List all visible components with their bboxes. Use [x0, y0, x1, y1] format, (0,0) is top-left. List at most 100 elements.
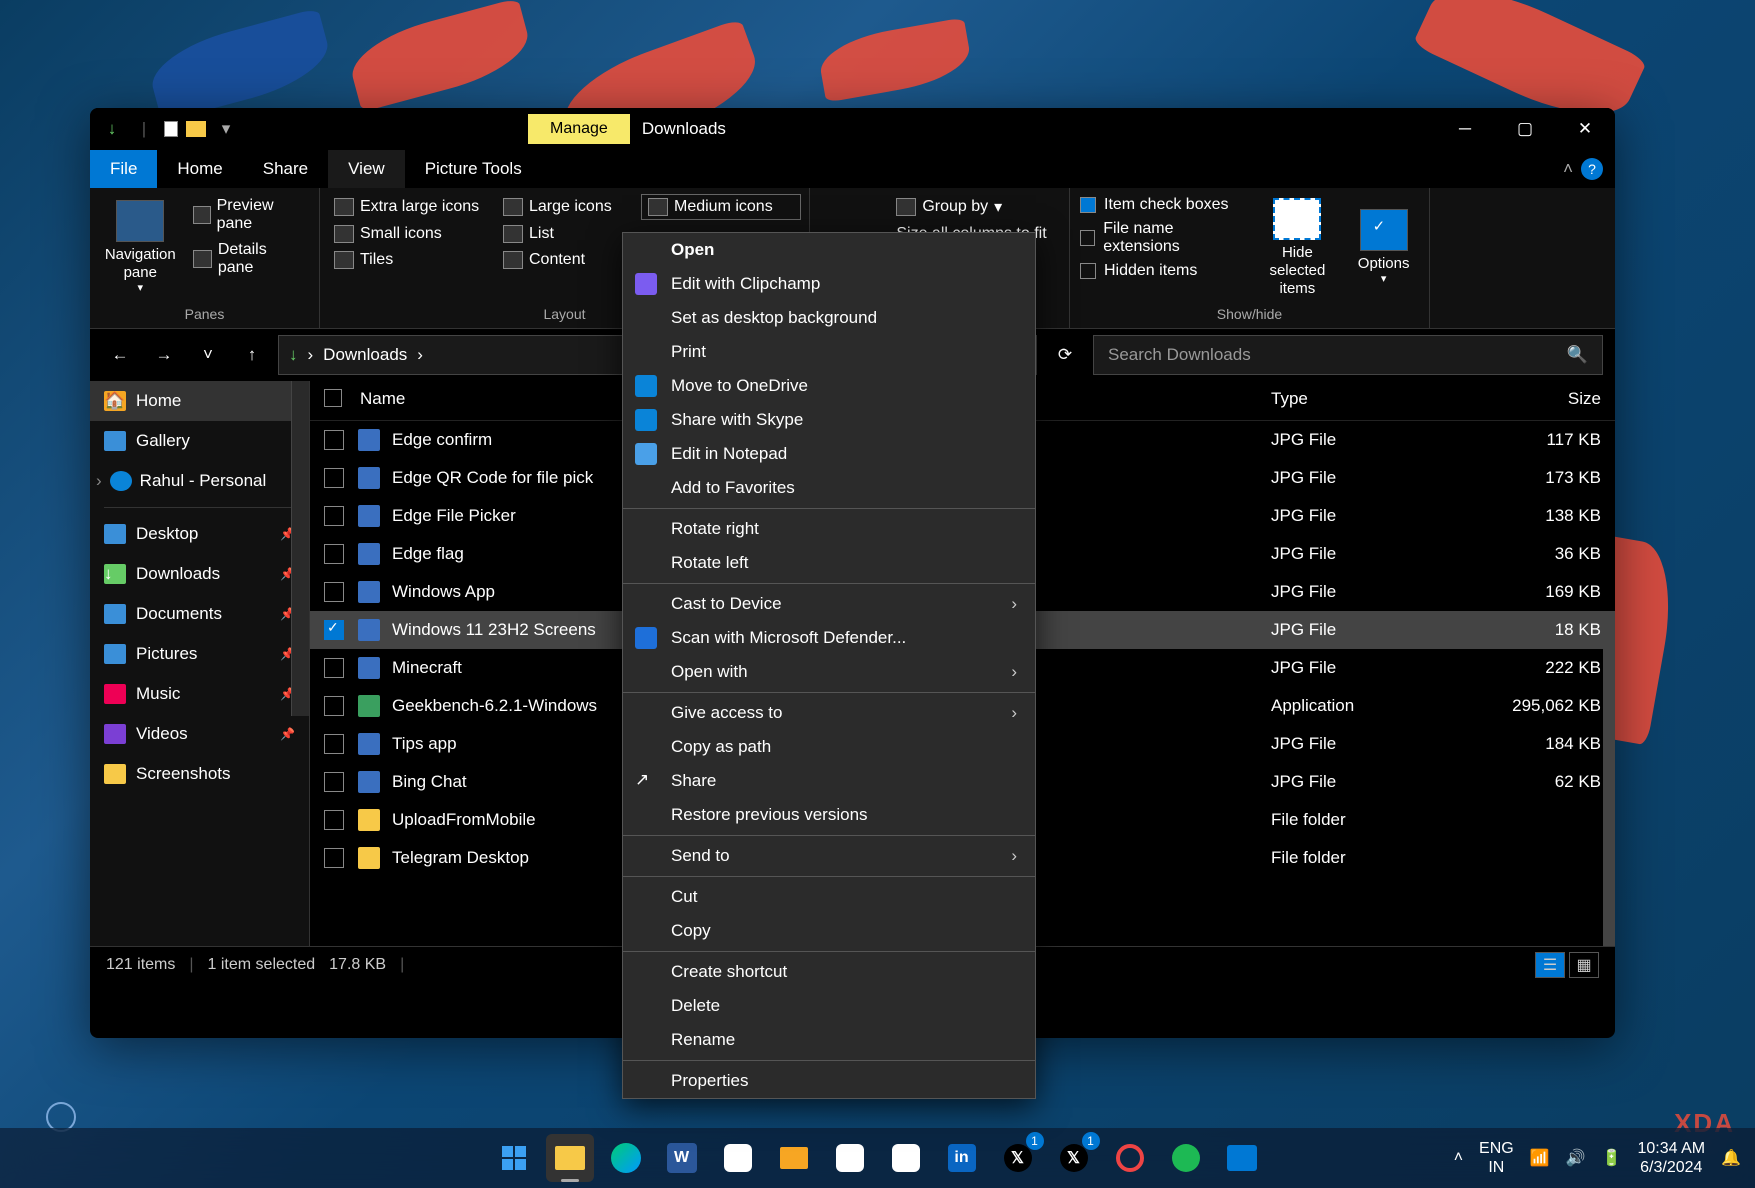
volume-icon[interactable]: 🔊: [1566, 1148, 1586, 1168]
chk-file-ext[interactable]: File name extensions: [1080, 218, 1247, 258]
sidebar-onedrive[interactable]: ›Rahul - Personal: [90, 461, 309, 501]
menu-item[interactable]: Cut: [623, 880, 1035, 914]
layout-xl[interactable]: Extra large icons: [328, 194, 493, 220]
sidebar-item-desktop[interactable]: Desktop📌: [90, 514, 309, 554]
menu-item[interactable]: Edit with Clipchamp: [623, 267, 1035, 301]
chk-item-checkboxes[interactable]: Item check boxes: [1080, 194, 1247, 216]
hide-selected-button[interactable]: Hide selected items: [1253, 194, 1343, 302]
minimize-button[interactable]: ─: [1435, 108, 1495, 150]
row-checkbox[interactable]: [324, 848, 344, 868]
sidebar-item-screenshots[interactable]: Screenshots: [90, 754, 309, 794]
select-all-checkbox[interactable]: [324, 389, 342, 407]
row-checkbox[interactable]: [324, 658, 344, 678]
layout-tiles[interactable]: Tiles: [328, 248, 493, 272]
sidebar-gallery[interactable]: Gallery: [90, 421, 309, 461]
menu-item[interactable]: Rotate right: [623, 512, 1035, 546]
search-icon[interactable]: 🔍: [1567, 345, 1588, 365]
menu-item[interactable]: Move to OneDrive: [623, 369, 1035, 403]
app-slack[interactable]: [714, 1134, 762, 1182]
back-button[interactable]: ←: [102, 337, 138, 373]
menu-item[interactable]: Properties: [623, 1064, 1035, 1098]
details-pane-button[interactable]: Details pane: [187, 238, 309, 280]
app-file-explorer[interactable]: [546, 1134, 594, 1182]
group-by-button[interactable]: Group by ▾: [890, 194, 1052, 220]
sidebar-item-music[interactable]: Music📌: [90, 674, 309, 714]
menu-item[interactable]: Copy: [623, 914, 1035, 948]
details-view-toggle[interactable]: ☰: [1535, 952, 1565, 978]
download-arrow-icon[interactable]: ↓: [100, 117, 124, 141]
sidebar-scrollbar[interactable]: [291, 381, 309, 716]
tab-share[interactable]: Share: [243, 150, 328, 188]
row-checkbox[interactable]: [324, 810, 344, 830]
layout-medium[interactable]: Medium icons: [641, 194, 801, 220]
chk-hidden-items[interactable]: Hidden items: [1080, 260, 1247, 282]
options-button[interactable]: ✓Options▾: [1348, 194, 1419, 302]
app-word[interactable]: W: [658, 1134, 706, 1182]
row-checkbox[interactable]: [324, 772, 344, 792]
row-checkbox[interactable]: [324, 506, 344, 526]
language-indicator[interactable]: ENGIN: [1479, 1139, 1514, 1177]
menu-item[interactable]: Share with Skype: [623, 403, 1035, 437]
menu-item[interactable]: Edit in Notepad: [623, 437, 1035, 471]
sidebar-item-documents[interactable]: Documents📌: [90, 594, 309, 634]
menu-item[interactable]: Rename: [623, 1023, 1035, 1057]
menu-item[interactable]: Send to›: [623, 839, 1035, 873]
menu-item[interactable]: ↗Share: [623, 764, 1035, 798]
layout-large[interactable]: Large icons: [497, 194, 637, 220]
app-outlook[interactable]: [1218, 1134, 1266, 1182]
wifi-icon[interactable]: 📶: [1530, 1148, 1550, 1168]
menu-item[interactable]: Scan with Microsoft Defender...: [623, 621, 1035, 655]
refresh-button[interactable]: ⟳: [1045, 335, 1085, 375]
menu-item[interactable]: Restore previous versions: [623, 798, 1035, 832]
menu-item[interactable]: Open: [623, 233, 1035, 267]
menu-item[interactable]: Create shortcut: [623, 955, 1035, 989]
menu-item[interactable]: Open with›: [623, 655, 1035, 689]
row-checkbox[interactable]: [324, 430, 344, 450]
app-spotify[interactable]: [1162, 1134, 1210, 1182]
menu-item[interactable]: Add to Favorites: [623, 471, 1035, 505]
app-x-1[interactable]: 𝕏1: [994, 1134, 1042, 1182]
new-folder-icon[interactable]: [186, 121, 206, 137]
menu-item[interactable]: Cast to Device›: [623, 587, 1035, 621]
manage-tab[interactable]: Manage: [528, 114, 630, 144]
menu-item[interactable]: Print: [623, 335, 1035, 369]
thumbnails-view-toggle[interactable]: ▦: [1569, 952, 1599, 978]
sidebar-item-videos[interactable]: Videos📌: [90, 714, 309, 754]
up-button[interactable]: ↑: [234, 337, 270, 373]
battery-icon[interactable]: 🔋: [1602, 1148, 1622, 1168]
menu-item[interactable]: Rotate left: [623, 546, 1035, 580]
layout-list[interactable]: List: [497, 222, 637, 246]
qat-dropdown-icon[interactable]: ▾: [214, 117, 238, 141]
app-linkedin[interactable]: in: [938, 1134, 986, 1182]
layout-content[interactable]: Content: [497, 248, 637, 272]
tab-picture-tools[interactable]: Picture Tools: [405, 150, 542, 188]
menu-item[interactable]: Copy as path: [623, 730, 1035, 764]
app-files[interactable]: [770, 1134, 818, 1182]
close-button[interactable]: ✕: [1555, 108, 1615, 150]
app-opera[interactable]: [1106, 1134, 1154, 1182]
row-checkbox[interactable]: [324, 696, 344, 716]
menu-item[interactable]: Set as desktop background: [623, 301, 1035, 335]
forward-button[interactable]: →: [146, 337, 182, 373]
sidebar-item-pictures[interactable]: Pictures📌: [90, 634, 309, 674]
recent-dropdown[interactable]: ˅: [190, 337, 226, 373]
sidebar-item-downloads[interactable]: ↓Downloads📌: [90, 554, 309, 594]
tab-view[interactable]: View: [328, 150, 405, 188]
col-type[interactable]: Type: [1271, 389, 1471, 412]
row-checkbox[interactable]: [324, 582, 344, 602]
tab-home[interactable]: Home: [157, 150, 242, 188]
maximize-button[interactable]: ▢: [1495, 108, 1555, 150]
menu-item[interactable]: Delete: [623, 989, 1035, 1023]
col-size[interactable]: Size: [1471, 389, 1601, 412]
app-asana[interactable]: [882, 1134, 930, 1182]
menu-item[interactable]: Give access to›: [623, 696, 1035, 730]
row-checkbox[interactable]: [324, 734, 344, 754]
sidebar-home[interactable]: 🏠Home: [90, 381, 309, 421]
help-icon[interactable]: ?: [1581, 158, 1603, 180]
notifications-icon[interactable]: 🔔: [1721, 1148, 1741, 1168]
clock[interactable]: 10:34 AM6/3/2024: [1637, 1139, 1705, 1177]
app-edge[interactable]: [602, 1134, 650, 1182]
app-x-2[interactable]: 𝕏1: [1050, 1134, 1098, 1182]
row-checkbox[interactable]: [324, 544, 344, 564]
tab-file[interactable]: File: [90, 150, 157, 188]
